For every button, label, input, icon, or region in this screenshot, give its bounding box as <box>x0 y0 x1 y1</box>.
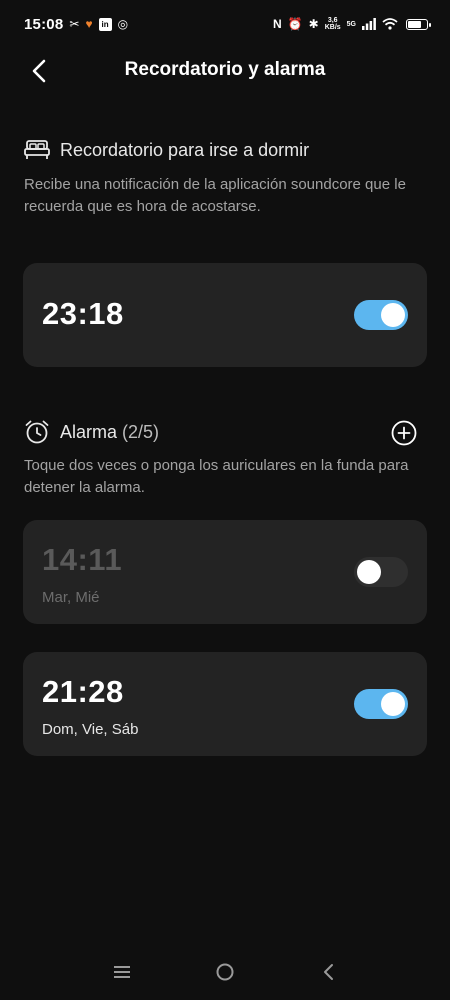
alarm-count: (2/5) <box>122 421 160 442</box>
network-speed: 3,6 KB/s <box>325 17 341 31</box>
bedtime-description: Recibe una notificación de la aplicación… <box>24 176 406 215</box>
status-bar: 15:08 ✂ ♥ in ◎ N ⏰ ✱ 3,6 KB/s 5G <box>0 0 450 48</box>
circle-home-icon <box>216 963 234 981</box>
wifi-icon <box>382 18 398 30</box>
heart-app-icon: ♥ <box>85 17 93 31</box>
alarm-toggle[interactable] <box>354 689 408 719</box>
bed-icon <box>24 140 50 159</box>
app-header: Recordatorio y alarma <box>0 48 450 94</box>
status-left: 15:08 ✂ ♥ in ◎ <box>24 16 128 33</box>
nfc-icon: N <box>273 17 282 31</box>
home-button[interactable] <box>213 960 237 984</box>
plus-circle-icon <box>391 420 417 446</box>
alarm-days: Mar, Mié <box>42 589 100 606</box>
alarm-card[interactable]: 14:11 Mar, Mié <box>23 520 427 624</box>
alarm-description: Toque dos veces o ponga los auriculares … <box>24 457 409 496</box>
app-notification-icon: ◎ <box>117 17 129 31</box>
signal-icon <box>362 18 376 30</box>
linkedin-icon: in <box>98 17 112 31</box>
bedtime-toggle[interactable] <box>354 300 408 330</box>
alarm-status-icon: ⏰ <box>287 17 303 31</box>
bedtime-section-header: Recordatorio para irse a dormir <box>24 139 309 161</box>
alarm-title: Alarma (2/5) <box>60 422 159 443</box>
alarm-days: Dom, Vie, Sáb <box>42 721 139 738</box>
alarm-title-label: Alarma <box>60 421 118 442</box>
add-alarm-button[interactable] <box>391 420 417 446</box>
bedtime-title: Recordatorio para irse a dormir <box>60 139 310 160</box>
system-nav-bar <box>0 944 450 1000</box>
network-speed-value: 3,6 <box>327 17 338 24</box>
alarm-toggle[interactable] <box>354 557 408 587</box>
page-title: Recordatorio y alarma <box>124 59 326 80</box>
menu-icon <box>113 966 130 978</box>
network-speed-unit: KB/s <box>324 24 341 31</box>
alarm-time: 14:11 <box>42 542 123 577</box>
toggle-knob <box>381 303 405 327</box>
recents-button[interactable] <box>110 960 134 984</box>
battery-icon <box>406 18 431 30</box>
system-back-button[interactable] <box>316 960 340 984</box>
alarm-section-header: Alarma (2/5) <box>24 419 159 445</box>
toggle-knob <box>381 692 405 716</box>
status-right: N ⏰ ✱ 3,6 KB/s 5G <box>273 17 431 31</box>
bluetooth-icon: ✱ <box>308 17 319 31</box>
capcut-icon: ✂ <box>69 17 80 31</box>
alarm-card[interactable]: 21:28 Dom, Vie, Sáb <box>23 652 427 756</box>
alarm-clock-icon <box>25 420 49 444</box>
bedtime-card[interactable]: 23:18 <box>23 263 427 367</box>
toggle-knob <box>357 560 381 584</box>
bedtime-time: 23:18 <box>42 296 124 331</box>
alarm-time: 21:28 <box>42 674 124 709</box>
network-type: 5G <box>346 20 356 28</box>
status-time: 15:08 <box>24 15 64 33</box>
back-triangle-icon <box>324 964 334 980</box>
